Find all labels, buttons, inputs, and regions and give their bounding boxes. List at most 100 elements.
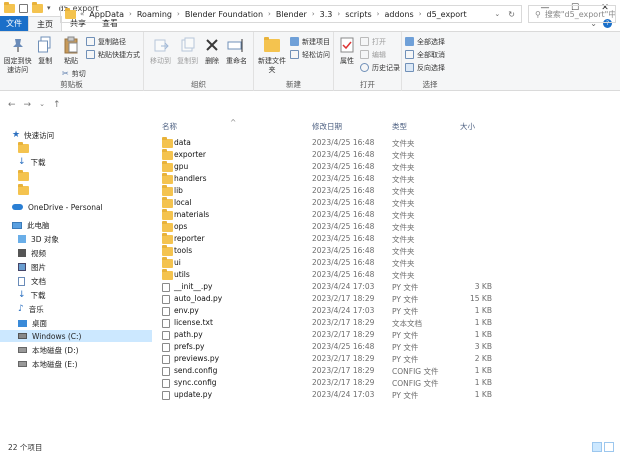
up-icon[interactable]: ↑ [53, 100, 61, 110]
breadcrumb-item[interactable]: Roaming [137, 10, 172, 19]
nav-pinned-folder[interactable] [0, 141, 152, 154]
forward-icon[interactable]: → [24, 100, 32, 110]
breadcrumb-item[interactable]: AppData [89, 10, 124, 19]
table-row[interactable]: ui 2023/4/25 16:48 文件夹 [152, 257, 620, 269]
table-row[interactable]: sync.config 2023/2/17 18:29 CONFIG 文件 1 KB [152, 377, 620, 389]
table-row[interactable]: __init__.py 2023/4/24 17:03 PY 文件 3 KB [152, 281, 620, 293]
breadcrumb-item[interactable]: d5_export [427, 10, 467, 19]
chevron-right-icon[interactable]: › [419, 10, 422, 18]
table-row[interactable]: env.py 2023/4/24 17:03 PY 文件 1 KB [152, 305, 620, 317]
table-row[interactable]: previews.py 2023/2/17 18:29 PY 文件 2 KB [152, 353, 620, 365]
breadcrumb-item[interactable]: Blender Foundation [185, 10, 263, 19]
table-row[interactable]: reporter 2023/4/25 16:48 文件夹 [152, 233, 620, 245]
nav-3d-objects[interactable]: 3D 对象 [0, 233, 152, 245]
new-item-button[interactable]: 新建项目 [290, 36, 330, 47]
search-box[interactable]: ⚲ 搜索"d5_export"中... [528, 5, 616, 23]
nav-pinned-folder[interactable] [0, 169, 152, 182]
chevron-right-icon[interactable]: › [268, 10, 271, 18]
easy-access-button[interactable]: 轻松访问 [290, 49, 330, 60]
table-row[interactable]: update.py 2023/4/24 17:03 PY 文件 1 KB [152, 389, 620, 401]
paste-shortcut-button[interactable]: 粘贴快捷方式 [85, 49, 140, 60]
properties-icon[interactable] [19, 3, 28, 13]
nav-quick-access[interactable]: ★ 快速访问 [0, 129, 152, 141]
file-type: PY 文件 [392, 355, 419, 364]
chevron-right-icon[interactable]: › [377, 10, 380, 18]
address-bar[interactable]: « AppData › Roaming › Blender Foundation › … [60, 5, 522, 23]
nav-pinned-folder[interactable] [0, 183, 152, 196]
refresh-icon[interactable]: ↻ [508, 10, 515, 19]
table-row[interactable]: utils 2023/4/25 16:48 文件夹 [152, 269, 620, 281]
nav-videos[interactable]: 视频 [0, 247, 152, 259]
file-name: gpu [174, 162, 189, 171]
table-row[interactable]: data 2023/4/25 16:48 文件夹 [152, 137, 620, 149]
table-row[interactable]: gpu 2023/4/25 16:48 文件夹 [152, 161, 620, 173]
search-icon: ⚲ [535, 9, 541, 19]
status-bar: 22 个项目 [0, 439, 620, 455]
file-name: ops [174, 222, 188, 231]
select-none-button[interactable]: 全部取消 [405, 49, 445, 60]
table-row[interactable]: lib 2023/4/25 16:48 文件夹 [152, 185, 620, 197]
chevron-right-icon[interactable]: › [129, 10, 132, 18]
breadcrumb-item[interactable]: scripts [345, 10, 371, 19]
table-row[interactable]: local 2023/4/25 16:48 文件夹 [152, 197, 620, 209]
chevron-down-icon[interactable]: ▾ [47, 4, 51, 12]
chevron-right-icon[interactable]: › [177, 10, 180, 18]
breadcrumb-item[interactable]: addons [384, 10, 413, 19]
table-row[interactable]: prefs.py 2023/4/25 16:48 PY 文件 3 KB [152, 341, 620, 353]
back-icon[interactable]: ← [8, 100, 16, 110]
chevron-down-icon[interactable]: ⌄ [39, 100, 45, 110]
select-group-label: 选择 [422, 80, 438, 89]
chevron-right-icon[interactable]: › [337, 10, 340, 18]
table-row[interactable]: exporter 2023/4/25 16:48 文件夹 [152, 149, 620, 161]
select-all-button[interactable]: 全部选择 [405, 36, 445, 47]
tab-file[interactable]: 文件 [0, 16, 28, 31]
table-row[interactable]: path.py 2023/2/17 18:29 PY 文件 1 KB [152, 329, 620, 341]
table-row[interactable]: ops 2023/4/25 16:48 文件夹 [152, 221, 620, 233]
nav-drive-c[interactable]: Windows (C:) [0, 330, 152, 342]
file-size: 2 KB [474, 354, 492, 363]
table-row[interactable]: handlers 2023/4/25 16:48 文件夹 [152, 173, 620, 185]
paste-icon [64, 36, 78, 54]
breadcrumb-item[interactable]: Blender [276, 10, 307, 19]
nav-desktop[interactable]: 桌面 [0, 317, 152, 329]
column-header-date[interactable]: 修改日期 [312, 119, 342, 133]
nav-documents[interactable]: 文档 [0, 275, 152, 287]
file-name: local [174, 198, 192, 207]
copy-path-button[interactable]: 复制路径 [85, 36, 140, 47]
history-button[interactable]: 历史记录 [360, 62, 400, 73]
file-type: PY 文件 [392, 331, 419, 340]
table-row[interactable]: license.txt 2023/2/17 18:29 文本文档 1 KB [152, 317, 620, 329]
large-icons-view-icon[interactable] [604, 442, 614, 452]
file-date: 2023/2/17 18:29 [312, 294, 375, 303]
nav-music[interactable]: ♪ 音乐 [0, 303, 152, 315]
table-row[interactable]: auto_load.py 2023/2/17 18:29 PY 文件 15 KB [152, 293, 620, 305]
chevron-down-icon[interactable]: ⌄ [494, 10, 500, 19]
new-folder-icon[interactable] [32, 1, 43, 13]
invert-selection-button[interactable]: 反向选择 [405, 62, 445, 73]
new-group: 新建文件夹 新建项目 轻松访问 新建 [254, 32, 334, 91]
edit-button[interactable]: 编辑 [360, 49, 400, 60]
nav-drive-e[interactable]: 本地磁盘 (E:) [0, 358, 152, 370]
nav-this-pc[interactable]: 此电脑 [0, 219, 152, 231]
table-row[interactable]: tools 2023/4/25 16:48 文件夹 [152, 245, 620, 257]
computer-icon [12, 221, 22, 229]
breadcrumb-item[interactable]: 3.3 [320, 10, 333, 19]
nav-downloads-pc[interactable]: ↓ 下载 [0, 289, 152, 301]
nav-drive-d[interactable]: 本地磁盘 (D:) [0, 344, 152, 356]
file-size: 1 KB [474, 366, 492, 375]
tab-home[interactable]: 主页 [28, 16, 62, 31]
chevron-right-icon[interactable]: › [312, 10, 315, 18]
column-header-size[interactable]: 大小 [460, 119, 475, 133]
details-view-icon[interactable] [592, 442, 602, 452]
table-row[interactable]: materials 2023/4/25 16:48 文件夹 [152, 209, 620, 221]
cut-button[interactable]: ✂ 剪切 [62, 68, 86, 79]
column-header-type[interactable]: 类型 [392, 119, 407, 133]
search-input[interactable]: 搜索"d5_export"中... [545, 9, 615, 20]
column-header-name[interactable]: 名称 [162, 119, 177, 133]
open-button[interactable]: 打开 [360, 36, 400, 47]
nav-pictures[interactable]: 图片 [0, 261, 152, 273]
nav-onedrive[interactable]: OneDrive - Personal [0, 201, 152, 213]
nav-downloads[interactable]: ↓ 下载 [0, 156, 152, 168]
table-row[interactable]: send.config 2023/2/17 18:29 CONFIG 文件 1 KB [152, 365, 620, 377]
overflow-icon[interactable]: « [80, 10, 84, 18]
